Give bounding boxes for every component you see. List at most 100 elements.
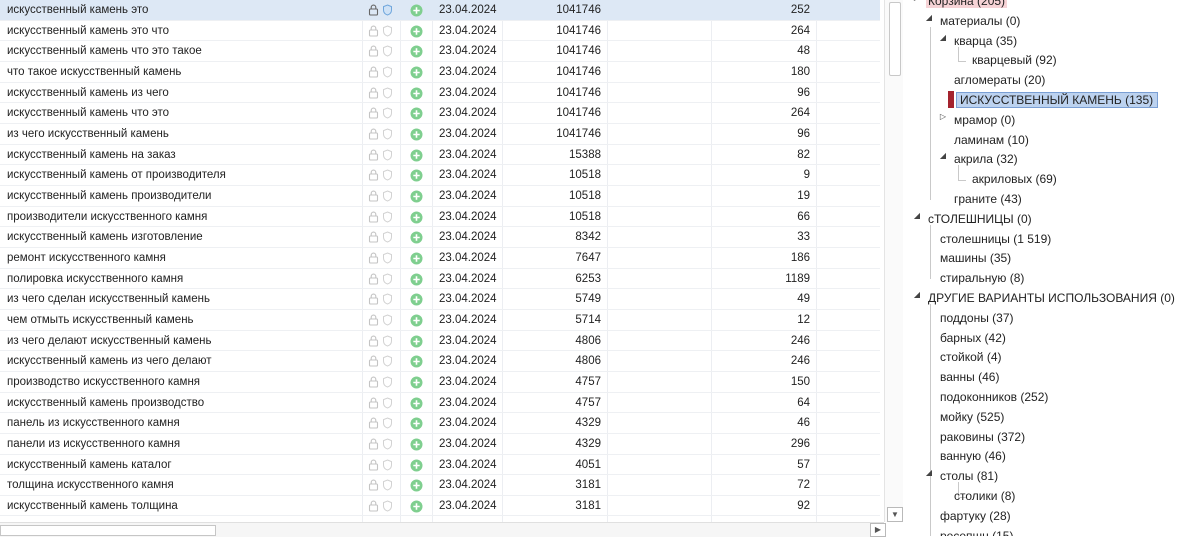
tree-node[interactable]: подоконников (252)	[938, 388, 1050, 407]
table-row[interactable]: из чего делают искусственный камень 23.04…	[0, 331, 880, 352]
lock-icon[interactable]	[368, 331, 380, 351]
add-circle-icon[interactable]	[410, 207, 424, 227]
table-row[interactable]: панель из искусственного камня 23.04.2024…	[0, 413, 880, 434]
table-row[interactable]: искусственный камень на заказ 23.04.2024 …	[0, 145, 880, 166]
shield-icon[interactable]	[382, 124, 394, 144]
lock-icon[interactable]	[368, 124, 380, 144]
tree-node[interactable]: мойку (525)	[938, 408, 1006, 427]
lock-icon[interactable]	[368, 393, 380, 413]
expand-arrow-icon[interactable]: ▷	[938, 112, 948, 121]
add-circle-icon[interactable]	[410, 496, 424, 516]
tree-node[interactable]: ванную (46)	[938, 447, 1008, 466]
collapse-arrow-icon[interactable]: ◢	[938, 151, 948, 160]
add-circle-icon[interactable]	[410, 393, 424, 413]
lock-icon[interactable]	[368, 83, 380, 103]
shield-icon[interactable]	[382, 83, 394, 103]
add-circle-icon[interactable]	[410, 455, 424, 475]
scroll-down-arrow-icon[interactable]: ▼	[887, 507, 903, 522]
tree-node[interactable]: мрамор (0)	[952, 111, 1017, 130]
table-row[interactable]: искусственный камень что это такое 23.04.…	[0, 41, 880, 62]
table-row[interactable]: искусственный камень что это 23.04.2024 1…	[0, 103, 880, 124]
tree-node[interactable]: ИСКУССТВЕННЫЙ КАМЕНЬ (135)	[948, 91, 1159, 110]
collapse-arrow-icon[interactable]: ◢	[912, 211, 922, 220]
table-row[interactable]: искусственный камень из чего 23.04.2024 1…	[0, 83, 880, 104]
tree-node[interactable]: стиральную (8)	[938, 269, 1026, 288]
lock-icon[interactable]	[368, 351, 380, 371]
tree-node[interactable]: ресепшн (15)	[938, 527, 1015, 536]
add-circle-icon[interactable]	[410, 289, 424, 309]
shield-icon[interactable]	[382, 103, 394, 123]
lock-icon[interactable]	[368, 41, 380, 61]
shield-icon[interactable]	[382, 372, 394, 392]
add-circle-icon[interactable]	[410, 413, 424, 433]
shield-icon[interactable]	[382, 165, 394, 185]
lock-icon[interactable]	[368, 310, 380, 330]
shield-icon[interactable]	[382, 413, 394, 433]
shield-icon[interactable]	[382, 455, 394, 475]
shield-icon[interactable]	[382, 62, 394, 82]
expand-arrow-icon[interactable]: ▷	[912, 0, 922, 2]
table-row[interactable]: что такое искусственный камень 23.04.2024…	[0, 62, 880, 83]
lock-icon[interactable]	[368, 165, 380, 185]
lock-icon[interactable]	[368, 62, 380, 82]
tree-node[interactable]: агломераты (20)	[952, 71, 1047, 90]
lock-icon[interactable]	[368, 289, 380, 309]
table-row[interactable]: из чего искусственный камень 23.04.2024 1…	[0, 124, 880, 145]
collapse-arrow-icon[interactable]: ◢	[924, 468, 934, 477]
scrollbar-thumb[interactable]	[889, 2, 901, 76]
lock-icon[interactable]	[368, 269, 380, 289]
shield-icon[interactable]	[382, 310, 394, 330]
add-circle-icon[interactable]	[410, 103, 424, 123]
tree-node[interactable]: кварцевый (92)	[970, 51, 1059, 70]
horizontal-scrollbar[interactable]: ▶	[0, 522, 886, 537]
tree-node[interactable]: ванны (46)	[938, 368, 1001, 387]
collapse-arrow-icon[interactable]: ◢	[938, 33, 948, 42]
tree-node[interactable]: раковины (372)	[938, 428, 1027, 447]
table-row[interactable]: чем отмыть искусственный камень 23.04.202…	[0, 310, 880, 331]
tree-node[interactable]: граните (43)	[952, 190, 1024, 209]
tree-node[interactable]: столешницы (1 519)	[938, 230, 1053, 249]
tree-node[interactable]: сТОЛЕШНИЦЫ (0)	[926, 210, 1034, 229]
lock-icon[interactable]	[368, 413, 380, 433]
table-row[interactable]: искусственный камень от производителя 23.…	[0, 165, 880, 186]
add-circle-icon[interactable]	[410, 227, 424, 247]
table-row[interactable]: искусственный камень производство 23.04.2…	[0, 393, 880, 414]
add-circle-icon[interactable]	[410, 41, 424, 61]
shield-icon[interactable]	[382, 331, 394, 351]
lock-icon[interactable]	[368, 227, 380, 247]
add-circle-icon[interactable]	[410, 0, 424, 20]
shield-icon[interactable]	[382, 496, 394, 516]
tree-node[interactable]: столики (8)	[952, 487, 1017, 506]
table-row[interactable]: искусственный камень из чего делают 23.04…	[0, 351, 880, 372]
add-circle-icon[interactable]	[410, 165, 424, 185]
table-row[interactable]: искусственный камень производители 23.04.…	[0, 186, 880, 207]
shield-icon[interactable]	[382, 434, 394, 454]
table-row[interactable]: искусственный камень изготовление 23.04.2…	[0, 227, 880, 248]
tree-node[interactable]: барных (42)	[938, 329, 1008, 348]
tree-node[interactable]: фартуку (28)	[938, 507, 1013, 526]
add-circle-icon[interactable]	[410, 372, 424, 392]
lock-icon[interactable]	[368, 496, 380, 516]
shield-icon[interactable]	[382, 269, 394, 289]
lock-icon[interactable]	[368, 248, 380, 268]
add-circle-icon[interactable]	[410, 21, 424, 41]
collapse-arrow-icon[interactable]: ◢	[912, 290, 922, 299]
shield-icon[interactable]	[382, 21, 394, 41]
collapse-arrow-icon[interactable]: ◢	[924, 13, 934, 22]
table-row[interactable]: искусственный камень толщина 23.04.2024 1…	[0, 496, 880, 517]
scrollbar-thumb[interactable]	[0, 525, 216, 536]
add-circle-icon[interactable]	[410, 310, 424, 330]
lock-icon[interactable]	[368, 0, 380, 20]
tree-node[interactable]: ламинам (10)	[952, 131, 1031, 150]
shield-icon[interactable]	[382, 289, 394, 309]
table-row[interactable]: ремонт искусственного камня 23.04.2024 1 7…	[0, 248, 880, 269]
tree-node[interactable]: материалы (0)	[938, 12, 1022, 31]
shield-icon[interactable]	[382, 186, 394, 206]
add-circle-icon[interactable]	[410, 331, 424, 351]
add-circle-icon[interactable]	[410, 351, 424, 371]
table-row[interactable]: производители искусственного камня 23.04.…	[0, 207, 880, 228]
tree-node[interactable]: акриловых (69)	[970, 170, 1059, 189]
tree-node[interactable]: поддоны (37)	[938, 309, 1016, 328]
shield-icon[interactable]	[382, 145, 394, 165]
shield-icon[interactable]	[382, 475, 394, 495]
